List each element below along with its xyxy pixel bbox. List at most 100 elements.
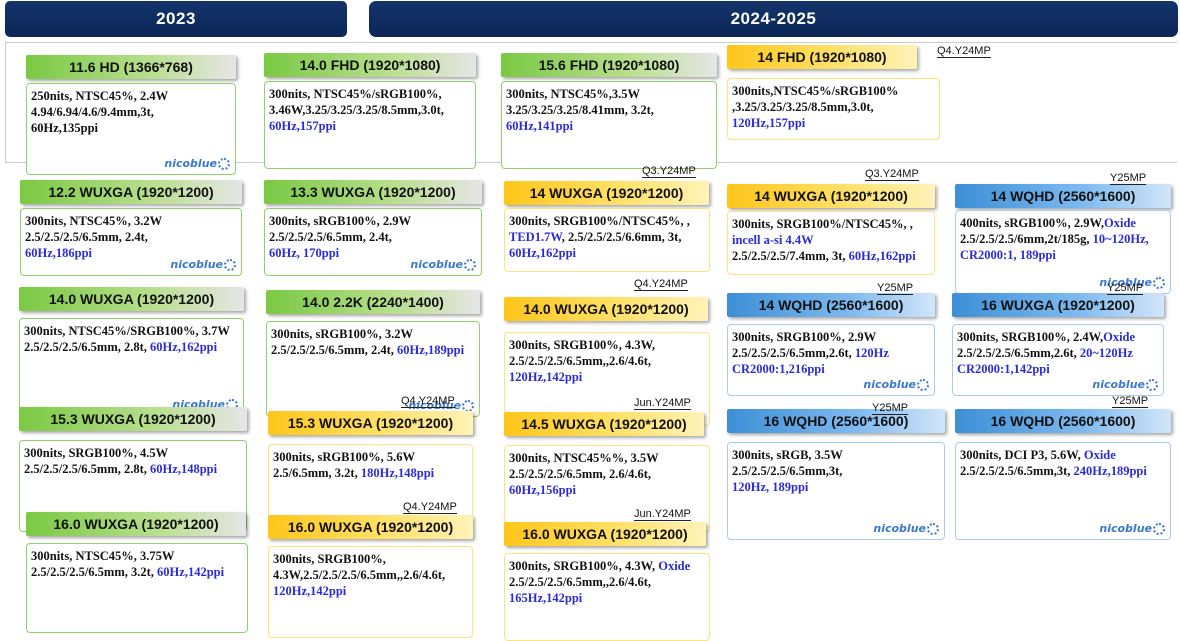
spec-line: 60Hz,141ppi xyxy=(506,118,712,134)
nicoblue-logo-icon xyxy=(917,379,929,391)
spec-text: 300nits, NTSC45%, 3.2W xyxy=(25,214,163,228)
spec-line: 300nits, DCI P3, 5.6W, Oxide xyxy=(960,447,1166,463)
nicoblue-logo: nicoblue xyxy=(170,257,236,273)
spec-card-title: 16.0 WUXGA (1920*1200) xyxy=(504,522,706,546)
spec-highlight: 60Hz,189ppi xyxy=(397,343,465,357)
spec-highlight: 120Hz xyxy=(854,346,889,360)
spec-highlight: 180Hz,148ppi xyxy=(360,466,435,480)
spec-line: 2.5/2.5/2.5/6.5mm,3t, xyxy=(732,463,940,479)
nicoblue-logo-icon xyxy=(1146,379,1158,391)
spec-line: 300nits, NTSC45%%, 3.5W xyxy=(509,450,705,466)
mp-schedule-tag: Y25MP xyxy=(877,282,914,295)
spec-highlight: 120Hz,142ppi xyxy=(509,370,583,384)
spec-text: 300nits, SRGB100%, 4.5W xyxy=(24,446,169,460)
spec-text: 300nits, NTSC45%/SRGB100%, 3.7W xyxy=(24,324,230,338)
spec-highlight: Oxide xyxy=(1103,330,1136,344)
spec-card-title: 14 WUXGA (1920*1200) xyxy=(504,181,709,205)
spec-card-title: 14 WQHD (2560*1600) xyxy=(727,293,935,317)
spec-highlight: 60Hz,162ppi xyxy=(848,249,916,263)
spec-line: 2.5/2.5/2.5/6.5mm,2.6t, 120Hz xyxy=(732,345,930,361)
spec-line: 300nits, NTSC45%, 3.75W xyxy=(31,548,243,564)
spec-text: 2.5/2.5/2.5/6.5mm, 2.8t, xyxy=(24,340,151,354)
nicoblue-logo-text: nicoblue xyxy=(170,258,223,271)
spec-line: 3.25/3.25/3.25/8.41mm, 3.2t, xyxy=(506,102,712,118)
spec-card-details: 300nits, DCI P3, 5.6W, Oxide 2.5/2.5/2.5/… xyxy=(955,442,1171,540)
mp-schedule-tag: Y25MP xyxy=(872,402,909,415)
spec-highlight: 240Hz,189ppi xyxy=(1073,464,1147,478)
spec-line: ,3.25/3.25/3.25/8.5mm,3.0t, xyxy=(732,99,935,115)
spec-line: 2.5/2.5/2.5/7.4mm, 3t, 60Hz,162ppi xyxy=(732,248,930,264)
spec-card-details: 300nits, SRGB100%, 4.3W,2.5/2.5/2.5/6.5mm… xyxy=(268,546,473,638)
nicoblue-logo: nicoblue xyxy=(863,377,929,393)
spec-highlight: 60Hz,148ppi xyxy=(150,462,218,476)
spec-text: 2.5/2.5/2.5/6.5mm, 2.4t, xyxy=(271,343,398,357)
spec-text: 2.5/2.5/2.5/6.5mm, 3.2t, xyxy=(31,565,158,579)
spec-text: 300nits, DCI P3, 5.6W, xyxy=(960,448,1084,462)
spec-line: 2.5/2.5/2.5/6.5mm,3t, 240Hz,189ppi xyxy=(960,463,1166,479)
spec-card-title: 13.3 WUXGA (1920*1200) xyxy=(264,180,482,204)
spec-text: 300nits,NTSC45%/sRGB100% xyxy=(732,84,899,98)
spec-line: 4.3W,2.5/2.5/2.5/6.5mm,,2.6/4.6t, xyxy=(273,567,468,583)
spec-line: 300nits, NTSC45%,3.5W xyxy=(506,86,712,102)
mp-schedule-tag: Y25MP xyxy=(1107,282,1144,295)
spec-line: 250nits, NTSC45%, 2.4W xyxy=(31,88,231,104)
nicoblue-logo-text: nicoblue xyxy=(410,258,463,271)
spec-text: 2.5/2.5/2.5/6.5mm,3t, xyxy=(732,464,843,478)
spec-line: 300nits, SRGB100%, 2.9W xyxy=(732,329,930,345)
spec-highlight: incell a-si 4.4W xyxy=(732,233,814,247)
spec-card-details: 300nits, sRGB, 3.5W 2.5/2.5/2.5/6.5mm,3t,… xyxy=(727,442,945,540)
spec-text: 300nits, NTSC45%,3.5W xyxy=(506,87,641,101)
spec-line: 2.5/2.5/2.5/6.5mm, 2.8t, 60Hz,162ppi xyxy=(24,339,239,355)
mp-schedule-tag: Q4.Y24MP xyxy=(937,45,991,58)
mp-schedule-tag: Q4.Y24MP xyxy=(403,501,457,514)
spec-highlight: CR2000:1,142ppi xyxy=(957,362,1050,376)
year-header-2023: 2023 xyxy=(5,1,347,37)
spec-highlight: Oxide xyxy=(1083,448,1116,462)
spec-highlight: 60Hz, 170ppi xyxy=(269,246,340,260)
spec-line: 120Hz,157ppi xyxy=(732,115,935,131)
nicoblue-logo-icon xyxy=(464,259,476,271)
spec-text: 300nits, sRGB100%, 3.2W xyxy=(271,327,414,341)
nicoblue-logo-text: nicoblue xyxy=(1092,378,1145,391)
spec-highlight: 120Hz,157ppi xyxy=(732,116,806,130)
spec-card-details: 300nits, SRGB100%, 4.3W, Oxide 2.5/2.5/2.… xyxy=(504,553,710,641)
spec-card-details: 300nits, SRGB100%/NTSC45%, , incell a-si … xyxy=(727,211,935,275)
spec-text: 300nits, sRGB100%, 2.9W xyxy=(269,214,412,228)
spec-line: 300nits, SRGB100%, xyxy=(273,551,468,567)
year-header-2024-2025: 2024-2025 xyxy=(369,1,1178,37)
spec-text: 2.5/2.5/2.5/6.5mm, 2.4t, xyxy=(269,230,392,244)
spec-card-title: 14 WUXGA (1920*1200) xyxy=(727,184,935,208)
spec-line: 300nits,NTSC45%/sRGB100% xyxy=(732,83,935,99)
spec-text: 300nits, sRGB100%, 5.6W xyxy=(273,450,416,464)
spec-card-title: 16 WQHD (2560*1600) xyxy=(955,409,1171,433)
nicoblue-logo: nicoblue xyxy=(164,156,230,172)
spec-card-title: 15.3 WUXGA (1920*1200) xyxy=(268,411,473,435)
spec-text: 300nits, SRGB100%/NTSC45%, , xyxy=(509,214,690,228)
spec-line: 300nits, SRGB100%/NTSC45%, , xyxy=(732,216,930,232)
spec-line: 400nits, sRGB100%, 2.9W,Oxide xyxy=(960,215,1166,231)
mp-schedule-tag: Y25MP xyxy=(1110,172,1147,185)
spec-card-title: 14.5 WUXGA (1920*1200) xyxy=(504,412,704,436)
spec-line: 60Hz,162ppi xyxy=(509,245,705,261)
nicoblue-logo-icon xyxy=(218,158,230,170)
spec-line: 2.5/2.5/2.5/6.5mm, 2.6/4.6t, xyxy=(509,466,705,482)
spec-card-title: 16 WQHD (2560*1600) xyxy=(727,409,945,433)
spec-highlight: 60Hz,142ppi xyxy=(157,565,225,579)
spec-line: CR2000:1, 189ppi xyxy=(960,247,1166,263)
nicoblue-logo-icon xyxy=(1153,277,1165,289)
spec-text: 2.5/2.5/2.5/7.4mm, 3t, xyxy=(732,249,849,263)
mp-schedule-tag: Q4.Y24MP xyxy=(401,395,455,408)
mp-schedule-tag: Q4.Y24MP xyxy=(634,278,688,291)
spec-card-title: 12.2 WUXGA (1920*1200) xyxy=(20,180,242,204)
spec-card-title: 14.0 FHD (1920*1080) xyxy=(264,53,476,77)
spec-card-title: 15.3 WUXGA (1920*1200) xyxy=(19,407,247,431)
spec-text: 300nits, SRGB100%, 4.3W, xyxy=(509,559,659,573)
spec-card-details: 300nits, NTSC45%/SRGB100%, 3.7W 2.5/2.5/2… xyxy=(19,318,244,416)
spec-text: 2.5/2.5/2.5/6mm,2t/185g, xyxy=(960,232,1093,246)
spec-card-title: 16.0 WUXGA (1920*1200) xyxy=(268,515,473,539)
spec-highlight: 60Hz,156ppi xyxy=(509,483,577,497)
nicoblue-logo: nicoblue xyxy=(873,521,939,537)
spec-highlight: 20~120Hz xyxy=(1079,346,1133,360)
spec-highlight: Oxide xyxy=(1104,216,1136,230)
spec-text: 2.5/2.5/2.5/6.5mm, 2.4t, xyxy=(25,230,148,244)
